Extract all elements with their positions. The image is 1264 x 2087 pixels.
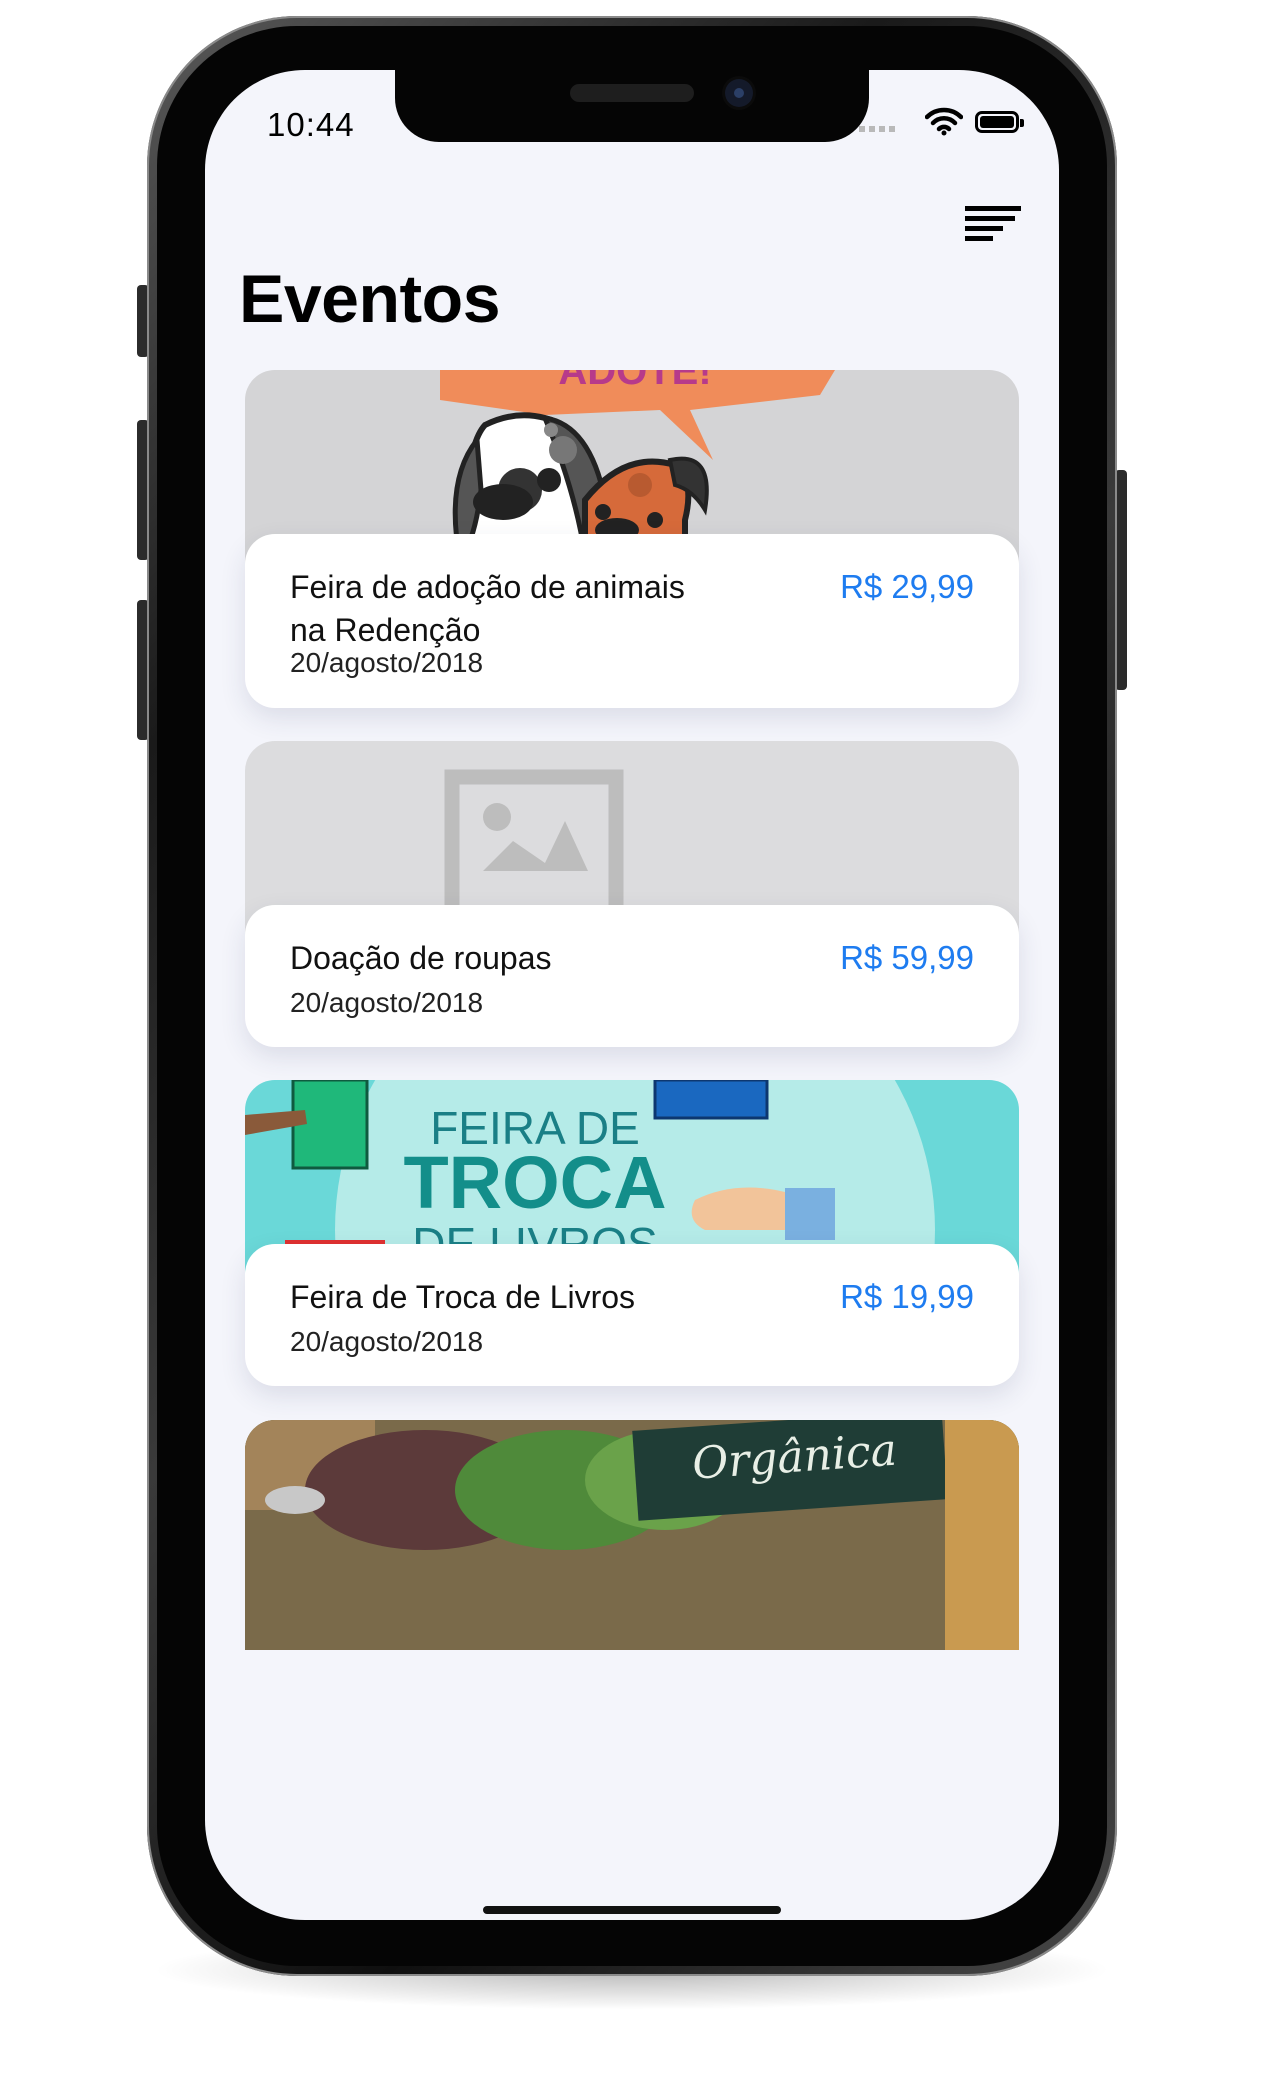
event-date: 20/agosto/2018 <box>290 987 484 1018</box>
event-card[interactable]: Doação de roupas R$ 59,99 20/agosto/2018 <box>245 741 1019 1061</box>
event-price: R$ 59,99 <box>840 939 974 976</box>
event-date: 20/agosto/2018 <box>290 647 484 678</box>
status-time: 10:44 <box>267 106 355 143</box>
battery-icon <box>975 111 1024 133</box>
sort-icon[interactable] <box>965 206 1021 242</box>
event-price: R$ 19,99 <box>840 1278 974 1315</box>
event-card-body: Feira de Troca de Livros R$ 19,99 20/ago… <box>245 1244 1019 1386</box>
banner-line-2: TROCA <box>403 1141 666 1224</box>
wifi-icon <box>925 107 963 136</box>
event-price: R$ 29,99 <box>840 568 974 605</box>
event-card-body: Doação de roupas R$ 59,99 20/agosto/2018 <box>245 905 1019 1047</box>
app-screen: 10:44 Eventos ADOTE! Feira de adoção de … <box>205 70 1059 1920</box>
speaker-grille <box>570 84 694 102</box>
event-title: Doação de roupas <box>290 940 552 976</box>
page-title: Eventos <box>239 261 501 337</box>
banner-tag: ADOTE! <box>558 370 711 393</box>
event-title: Feira de adoção de animais na Redenção <box>290 569 685 648</box>
event-image-organic: Orgânica <box>245 1420 1019 1650</box>
event-card[interactable]: ADOTE! Feira de adoção de animais na Red… <box>245 370 1019 730</box>
home-indicator <box>483 1906 781 1914</box>
organic-vegetables-photo: Orgânica <box>245 1420 1019 1650</box>
event-card[interactable]: FEIRA DE TROCA DE LIVROS Feira de Troca … <box>245 1080 1019 1400</box>
event-card-body: Feira de adoção de animais na Redenção R… <box>245 534 1019 708</box>
signal-dots-icon <box>859 126 899 132</box>
front-camera <box>725 79 753 107</box>
event-title: Feira de Troca de Livros <box>290 1279 636 1315</box>
event-date: 20/agosto/2018 <box>290 1326 484 1357</box>
event-card[interactable]: Orgânica <box>245 1420 1019 1650</box>
notch <box>395 70 869 142</box>
